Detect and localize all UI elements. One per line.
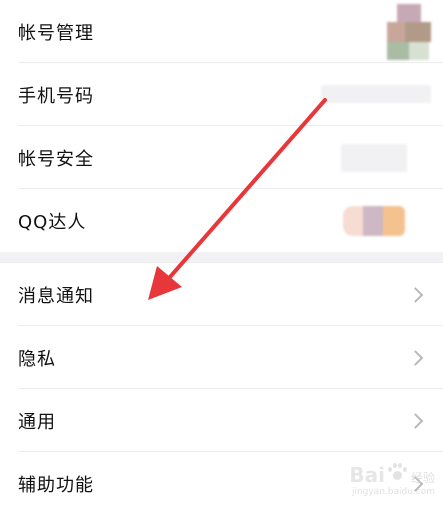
chevron-right-icon (407, 286, 424, 303)
paw-icon (387, 463, 407, 483)
qq-daren-label: QQ达人 (18, 211, 87, 233)
avatar (387, 4, 431, 60)
account-section: 帐号管理 手机号码 帐号安全 QQ达人 (0, 0, 443, 252)
accessibility-label: 辅助功能 (18, 474, 94, 496)
privacy-label: 隐私 (18, 348, 56, 370)
phone-number-label: 手机号码 (18, 85, 94, 107)
qq-daren-badge (343, 206, 405, 236)
phone-number-row[interactable]: 手机号码 (0, 63, 443, 126)
privacy-row[interactable]: 隐私 (0, 326, 443, 389)
account-security-row[interactable]: 帐号安全 (0, 126, 443, 189)
section-gap (0, 252, 443, 263)
watermark-url: jingyan.baidu.com (351, 487, 435, 497)
account-security-value (341, 144, 407, 172)
account-management-label: 帐号管理 (18, 22, 94, 44)
account-security-label: 帐号安全 (18, 148, 94, 170)
account-management-row[interactable]: 帐号管理 (0, 0, 443, 63)
phone-number-value (321, 85, 431, 103)
message-notification-row[interactable]: 消息通知 (0, 263, 443, 326)
baidu-jingyan-watermark: Bai 经验 jingyan.baidu.com (349, 463, 435, 497)
chevron-right-icon (407, 412, 424, 429)
chevron-right-icon (407, 349, 424, 366)
general-row[interactable]: 通用 (0, 389, 443, 452)
message-notification-label: 消息通知 (18, 285, 94, 307)
qq-daren-row[interactable]: QQ达人 (0, 189, 443, 252)
watermark-suffix: 经验 (410, 471, 435, 485)
watermark-brand: Bai (349, 463, 385, 487)
general-label: 通用 (18, 411, 56, 433)
